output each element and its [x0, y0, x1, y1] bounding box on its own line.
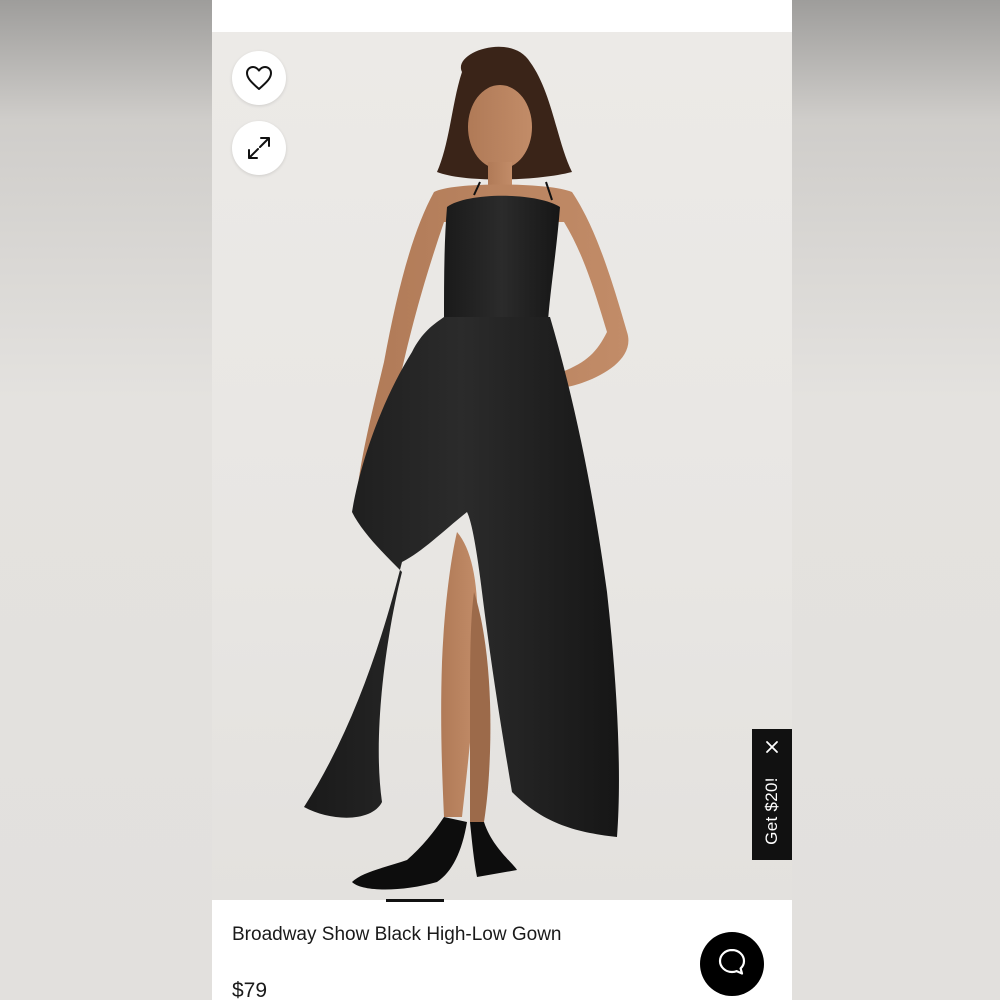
heart-icon — [245, 65, 273, 91]
chat-button[interactable] — [700, 932, 764, 996]
promo-label: Get $20! — [762, 777, 781, 845]
close-icon[interactable] — [762, 737, 782, 757]
product-image[interactable] — [212, 32, 792, 900]
expand-arrows-icon — [246, 135, 272, 161]
top-bar — [212, 0, 792, 32]
product-name: Broadway Show Black High-Low Gown — [232, 924, 562, 945]
wishlist-button[interactable] — [232, 51, 286, 105]
product-price: $79 — [232, 979, 268, 1000]
product-page: Get $20! Broadway Show Black High-Low Go… — [212, 0, 792, 1000]
backdrop-left — [0, 0, 212, 1000]
backdrop-right — [792, 0, 1000, 1000]
expand-image-button[interactable] — [232, 121, 286, 175]
model-photo — [304, 46, 629, 890]
chat-bubble-icon — [717, 947, 747, 982]
promo-tab[interactable]: Get $20! — [752, 729, 792, 860]
